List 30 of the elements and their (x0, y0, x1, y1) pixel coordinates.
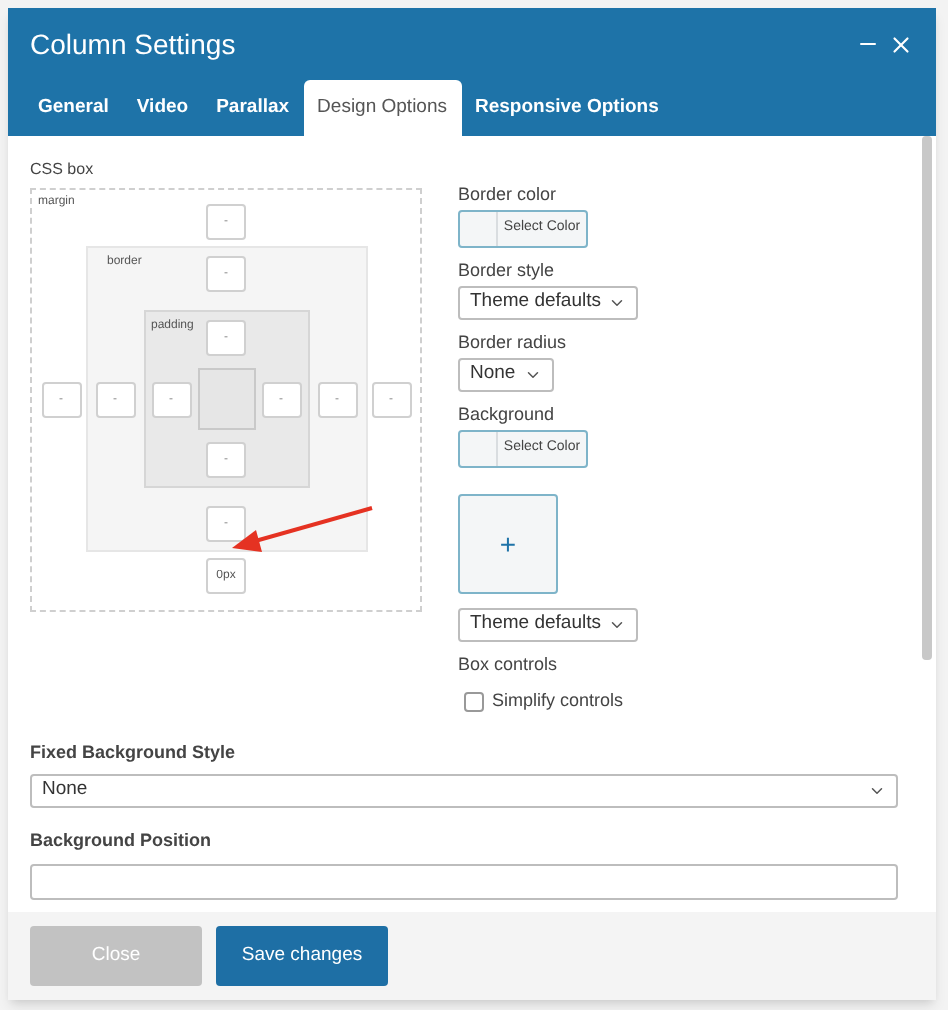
section-label: CSS box (30, 158, 96, 182)
tab[interactable]: General (24, 80, 123, 136)
chevron-icon (608, 294, 627, 312)
scrollbar[interactable] (922, 136, 932, 660)
window-title: Column Settings (30, 25, 236, 64)
select-field[interactable]: None (458, 358, 554, 392)
input-field[interactable] (30, 863, 898, 899)
select-field[interactable]: Theme defaults (458, 608, 639, 642)
footer-button[interactable]: Save changes (216, 926, 388, 986)
field-label: Border color (458, 186, 559, 204)
tab[interactable]: Responsive Options (461, 80, 673, 136)
select-field[interactable]: None (30, 774, 898, 808)
tab[interactable]: Design Options (303, 80, 461, 136)
tab[interactable]: Video (122, 80, 203, 136)
field-label: Border radius (458, 334, 569, 352)
content-box (197, 368, 255, 430)
field-label: Background Position (30, 828, 214, 854)
chevron-icon (868, 782, 886, 800)
checkbox-label: Simplify controls (492, 688, 624, 714)
chevron-icon (523, 366, 542, 384)
field-label: Border style (458, 262, 557, 280)
close-icon[interactable] (888, 31, 914, 57)
select-field[interactable]: Theme defaults (458, 286, 639, 320)
field-label: Fixed Background Style (30, 739, 238, 766)
add-image-button[interactable]: + (458, 494, 558, 594)
checkbox[interactable] (464, 691, 484, 712)
field-label: Background (458, 406, 557, 424)
field-label: Box controls (458, 656, 560, 674)
chevron-icon (608, 616, 627, 634)
tab[interactable]: Parallax (202, 80, 304, 136)
